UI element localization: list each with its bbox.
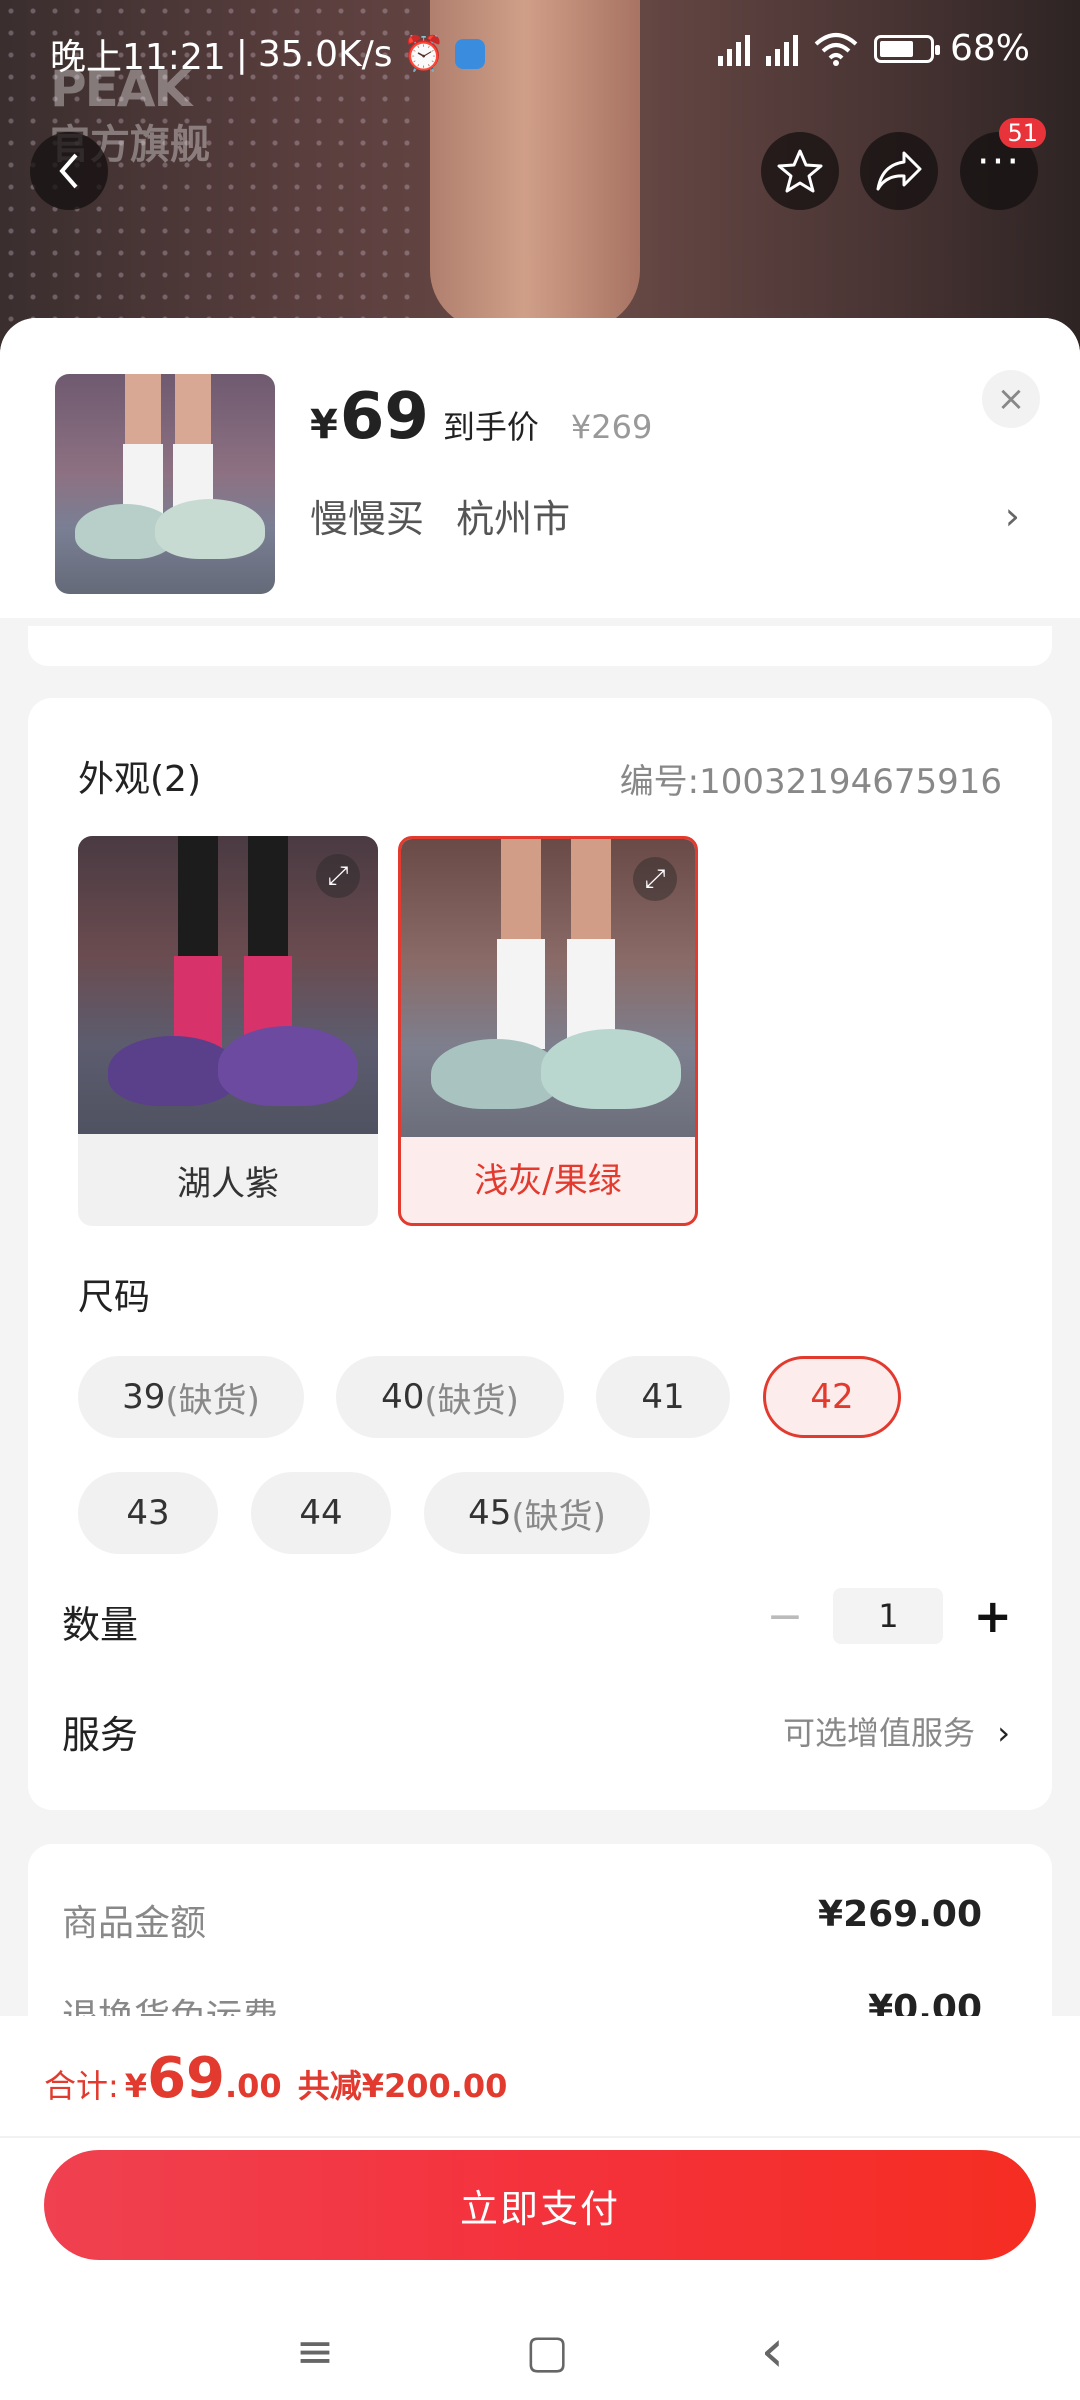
- collapsed-card: [28, 626, 1052, 666]
- goods-amount-value: ¥269.00: [818, 1894, 982, 1935]
- close-button[interactable]: ×: [982, 370, 1040, 428]
- divider: [0, 2136, 1080, 2138]
- goods-amount-row: 商品金额 ¥269.00: [62, 1894, 982, 1946]
- total-label: 合计:: [44, 2067, 119, 2105]
- more-badge: 51: [999, 118, 1046, 148]
- quantity-stepper: − 1 +: [767, 1588, 1012, 1644]
- total-currency: ¥: [124, 2067, 148, 2105]
- status-separator: |: [235, 33, 248, 75]
- size-option-45[interactable]: 45 (缺货): [424, 1472, 650, 1554]
- chevron-left-icon: [59, 153, 78, 189]
- expand-icon[interactable]: ⤢: [633, 857, 677, 901]
- original-price: ¥269: [570, 408, 653, 446]
- expand-icon[interactable]: ⤢: [316, 854, 360, 898]
- delivery-address[interactable]: 慢慢买 杭州市: [310, 488, 590, 543]
- size-option-40[interactable]: 40 (缺货): [336, 1356, 564, 1438]
- total-cents: .00: [225, 2067, 282, 2105]
- size-number: 43: [126, 1493, 170, 1533]
- color-option-purple[interactable]: ⤢ 湖人紫: [78, 836, 378, 1226]
- size-option-41[interactable]: 41: [596, 1356, 730, 1438]
- size-number: 41: [641, 1377, 685, 1417]
- size-out-of-stock: (缺货): [511, 1496, 606, 1537]
- alarm-icon: ⏰: [402, 34, 445, 74]
- size-number: 39: [122, 1377, 166, 1417]
- sku-options-card: 外观(2) 编号:10032194675916 ⤢ 湖人紫 ⤢ 浅灰/果绿 尺码…: [28, 698, 1052, 1810]
- back-nav-icon[interactable]: ‹: [760, 2316, 784, 2386]
- app-notification-icon: [454, 39, 485, 69]
- more-button[interactable]: ··· 51: [960, 118, 1046, 210]
- menu-icon[interactable]: ≡: [296, 2324, 335, 2378]
- price-row: ¥ 69 到手价 ¥269: [310, 380, 652, 454]
- sheet-header: ¥ 69 到手价 ¥269 慢慢买 杭州市 › ×: [0, 318, 1080, 618]
- battery-icon: [873, 34, 940, 63]
- size-number: 42: [810, 1377, 854, 1417]
- address-city: 杭州市: [456, 497, 571, 541]
- wifi-icon: [814, 32, 858, 66]
- total-summary: 合计: ¥ 69 .00 共减¥200.00: [44, 2046, 507, 2111]
- decrease-button[interactable]: −: [767, 1591, 804, 1642]
- size-out-of-stock: (缺货): [424, 1380, 519, 1421]
- final-price-label: 到手价: [442, 408, 539, 446]
- battery-fill: [879, 40, 913, 57]
- status-bar: 晚上11:21 | 35.0K/s ⏰ 68%: [0, 0, 1080, 100]
- size-number: 40: [381, 1377, 425, 1417]
- total-integer: 69: [147, 2046, 225, 2111]
- status-net-speed: 35.0K/s: [257, 33, 393, 75]
- battery-percent: 68%: [949, 28, 1030, 69]
- size-option-44[interactable]: 44: [251, 1472, 391, 1554]
- service-selector[interactable]: 可选增值服务 ›: [783, 1708, 1010, 1754]
- product-thumbnail[interactable]: [55, 374, 275, 594]
- home-icon[interactable]: ▢: [526, 2324, 569, 2378]
- total-saving: 共减¥200.00: [297, 2067, 508, 2105]
- back-button[interactable]: [30, 132, 108, 210]
- favorite-button[interactable]: [761, 132, 839, 210]
- size-option-39[interactable]: 39 (缺货): [78, 1356, 304, 1438]
- system-nav-bar: ≡ ▢ ‹: [0, 2306, 1080, 2396]
- service-value: 可选增值服务: [783, 1714, 976, 1752]
- sock-image: [497, 939, 545, 1049]
- close-icon: ×: [996, 379, 1026, 419]
- color-option-label: 浅灰/果绿: [474, 1160, 622, 1201]
- sku-sheet: ¥ 69 到手价 ¥269 慢慢买 杭州市 › × 外观(2) 编号:10032…: [0, 318, 1080, 2144]
- signal-icon-2: [765, 32, 798, 66]
- appearance-title: 外观(2): [78, 759, 201, 800]
- goods-amount-label: 商品金额: [62, 1903, 207, 1944]
- checkout-bar: 合计: ¥ 69 .00 共减¥200.00 立即支付 ≡ ▢ ‹: [0, 2016, 1080, 2400]
- sku-number: 编号:10032194675916: [619, 762, 1002, 802]
- thumb-shoe: [155, 499, 265, 559]
- final-price: 69: [339, 380, 429, 454]
- service-label: 服务: [62, 1713, 139, 1757]
- share-icon: [876, 151, 922, 191]
- signal-icon: [717, 32, 750, 66]
- size-option-43[interactable]: 43: [78, 1472, 218, 1554]
- address-chevron-icon[interactable]: ›: [1005, 494, 1020, 538]
- size-number: 45: [468, 1493, 512, 1533]
- size-title: 尺码: [78, 1277, 151, 1318]
- increase-button[interactable]: +: [973, 1589, 1012, 1643]
- size-option-42[interactable]: 42: [763, 1356, 901, 1438]
- price-currency: ¥: [310, 402, 338, 448]
- size-number: 44: [299, 1493, 343, 1533]
- shoe-image: [218, 1026, 358, 1106]
- shoe-image: [541, 1029, 681, 1109]
- star-icon: [777, 149, 823, 193]
- pay-now-button[interactable]: 立即支付: [44, 2150, 1036, 2260]
- address-name: 慢慢买: [310, 497, 425, 541]
- quantity-label: 数量: [62, 1603, 139, 1647]
- share-button[interactable]: [860, 132, 938, 210]
- status-time: 晚上11:21: [50, 37, 226, 78]
- chevron-right-icon: ›: [997, 1714, 1010, 1752]
- color-option-grey-green[interactable]: ⤢ 浅灰/果绿: [398, 836, 698, 1226]
- quantity-input[interactable]: 1: [833, 1588, 944, 1644]
- color-option-label: 湖人紫: [177, 1163, 279, 1204]
- size-out-of-stock: (缺货): [165, 1380, 260, 1421]
